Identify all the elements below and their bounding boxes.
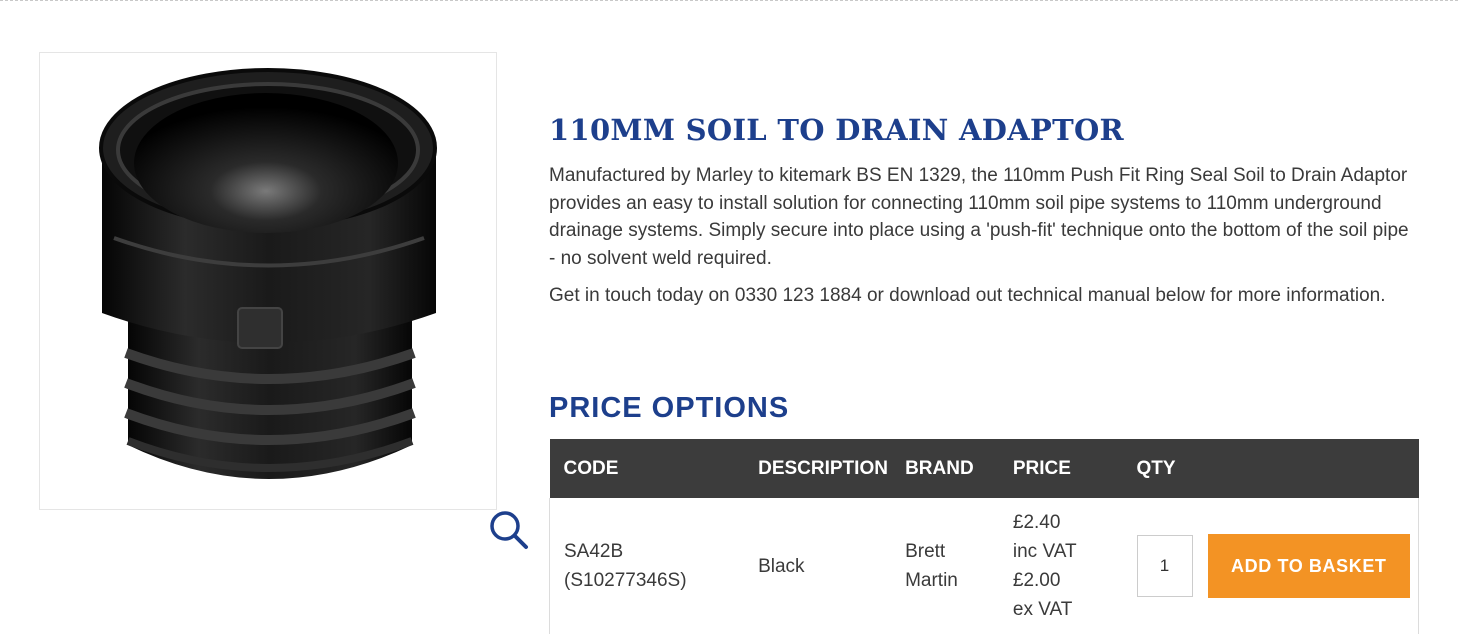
- variant-description: Black: [758, 555, 805, 577]
- quantity-input[interactable]: [1136, 535, 1193, 597]
- brand-line-2: Martin: [905, 570, 958, 591]
- product-title: 110MM SOIL TO DRAIN ADAPTOR: [549, 113, 1124, 147]
- brand-line-1: Brett: [905, 541, 946, 562]
- product-image[interactable]: [40, 53, 498, 511]
- zoom-icon[interactable]: [488, 509, 530, 551]
- price-ex-vat: £2.00: [1012, 570, 1061, 591]
- product-image-frame[interactable]: [39, 52, 528, 549]
- table-row: SA42B (S10277346S) Black Brett Martin £2…: [549, 498, 1419, 634]
- column-header-qty: QTY: [1136, 457, 1176, 479]
- column-header-description: DESCRIPTION: [758, 457, 888, 479]
- top-divider: [0, 0, 1458, 1]
- price-inc-vat: £2.40: [1012, 512, 1061, 533]
- product-description: Manufactured by Marley to kitemark BS EN…: [549, 165, 1409, 269]
- column-header-price: PRICE: [1012, 457, 1071, 479]
- add-to-basket-button[interactable]: ADD TO BASKET: [1207, 534, 1410, 598]
- brand-cell: Brett Martin: [891, 498, 999, 634]
- adaptor-emboss: [237, 307, 283, 349]
- price-options-table: CODE DESCRIPTION BRAND PRICE QTY SA42B (…: [549, 439, 1419, 634]
- product-info: 110MM SOIL TO DRAIN ADAPTOR Manufactured…: [549, 110, 1419, 310]
- product-code-alt: (S10277346S): [564, 570, 687, 591]
- qty-cell: ADD TO BASKET: [1123, 498, 1419, 634]
- product-code: SA42B: [564, 541, 624, 562]
- column-header-code: CODE: [563, 457, 619, 479]
- table-header-row: CODE DESCRIPTION BRAND PRICE QTY: [549, 439, 1419, 498]
- ex-vat-label: ex VAT: [1012, 599, 1073, 620]
- inc-vat-label: inc VAT: [1012, 541, 1077, 562]
- description-cell: Black: [744, 498, 891, 634]
- code-cell: SA42B (S10277346S): [550, 498, 745, 634]
- column-header-brand: BRAND: [905, 457, 974, 479]
- adaptor-opening: [134, 93, 398, 233]
- product-contact-text: Get in touch today on 0330 123 1884 or d…: [549, 285, 1386, 306]
- price-cell: £2.40 inc VAT £2.00 ex VAT: [999, 498, 1123, 634]
- price-options-heading: PRICE OPTIONS: [549, 392, 790, 424]
